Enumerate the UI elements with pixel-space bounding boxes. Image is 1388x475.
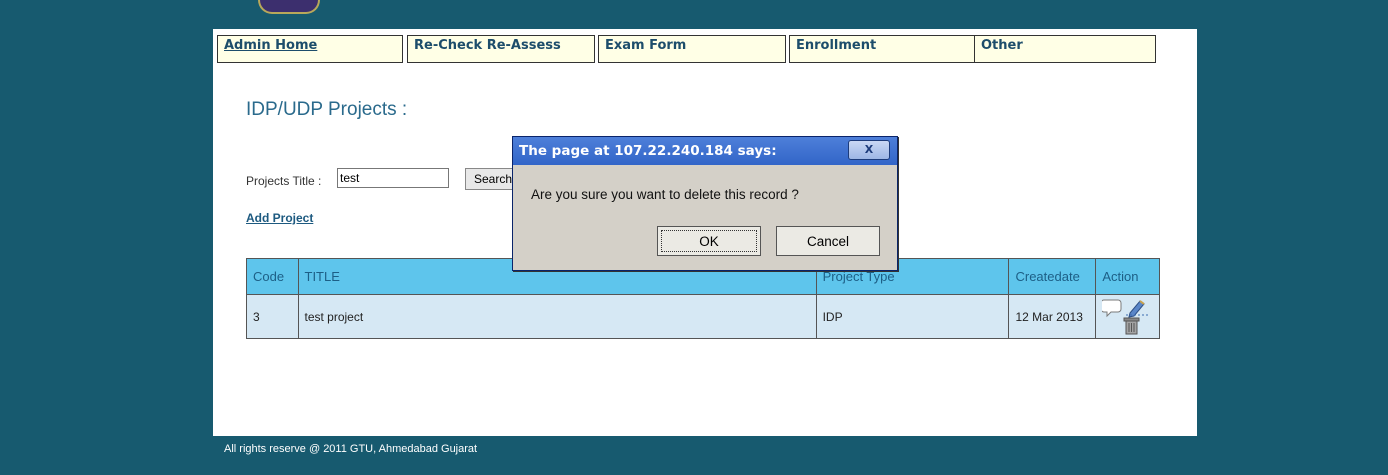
project-title-input[interactable] xyxy=(337,168,449,188)
action-icons xyxy=(1100,299,1149,335)
footer-text: All rights reserve @ 2011 GTU, Ahmedabad… xyxy=(224,443,478,455)
cell-code: 3 xyxy=(246,294,299,339)
nav-enrollment[interactable]: Enrollment xyxy=(789,35,977,63)
nav-other[interactable]: Other xyxy=(974,35,1156,63)
dialog-message: Are you sure you want to delete this rec… xyxy=(531,187,799,202)
confirm-dialog: The page at 107.22.240.184 says: X Are y… xyxy=(512,136,898,271)
edit-icon[interactable] xyxy=(1126,300,1149,318)
col-action: Action xyxy=(1095,258,1160,295)
col-code: Code xyxy=(246,258,299,295)
ok-button[interactable]: OK xyxy=(657,226,761,256)
cell-project-type: IDP xyxy=(815,294,1010,339)
page-title: IDP/UDP Projects : xyxy=(246,99,408,120)
logo xyxy=(258,0,320,14)
close-icon[interactable]: X xyxy=(848,140,890,160)
trash-icon[interactable] xyxy=(1123,317,1140,335)
add-project-link[interactable]: Add Project xyxy=(246,211,313,225)
dialog-titlebar: The page at 107.22.240.184 says: X xyxy=(513,137,897,165)
nav-recheck-reassess[interactable]: Re-Check Re-Assess xyxy=(407,35,595,63)
cell-createdate: 12 Mar 2013 xyxy=(1008,294,1097,339)
comment-icon[interactable] xyxy=(1100,299,1122,318)
table-row: 3 test project IDP 12 Mar 2013 xyxy=(246,294,1160,339)
search-label: Projects Title : xyxy=(246,174,322,188)
cell-title: test project xyxy=(297,294,817,339)
col-createdate: Createdate xyxy=(1008,258,1097,295)
cell-action xyxy=(1095,294,1160,339)
cancel-button[interactable]: Cancel xyxy=(776,226,880,256)
nav-admin-home[interactable]: Admin Home xyxy=(217,35,403,63)
dialog-title: The page at 107.22.240.184 says: xyxy=(519,143,777,159)
nav-exam-form[interactable]: Exam Form xyxy=(598,35,786,63)
